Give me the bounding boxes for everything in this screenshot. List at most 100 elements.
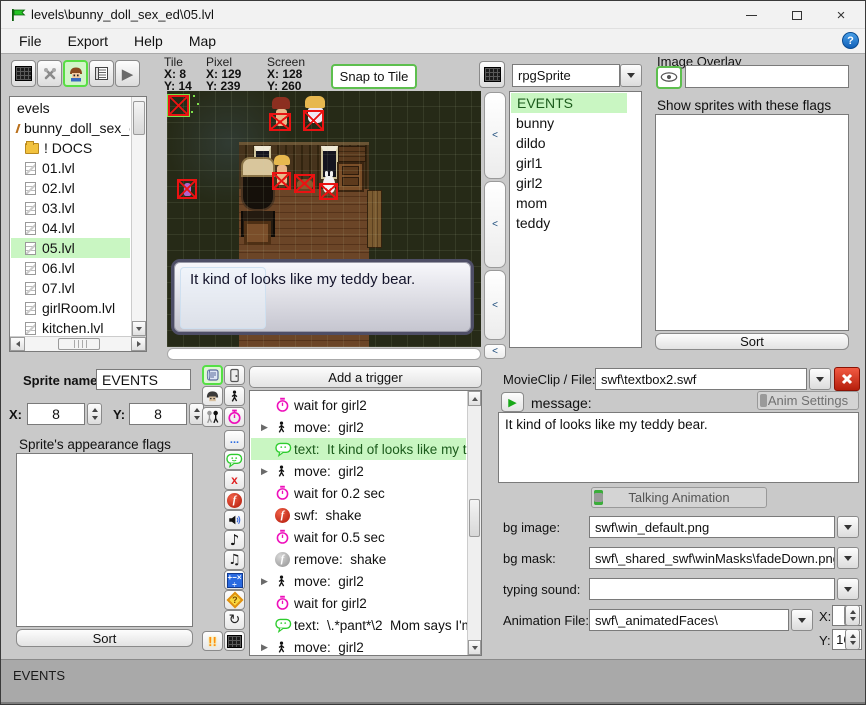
tree-item-02[interactable]: 02.lvl [11, 178, 130, 198]
expander-icon[interactable]: ▶ [261, 576, 275, 587]
tree-item-04[interactable]: 04.lvl [11, 218, 130, 238]
wait-trigger-button[interactable] [224, 407, 245, 427]
tile-trigger-button[interactable] [224, 631, 245, 651]
anim-settings-button[interactable]: Anim Settings [757, 391, 859, 410]
talking-animation-button[interactable]: Talking Animation [591, 487, 767, 508]
sprite-mode-button[interactable] [63, 60, 88, 87]
preview-play-button[interactable]: ▶ [501, 392, 524, 412]
dildo-selection-box[interactable] [177, 179, 197, 199]
bg-mask-input[interactable]: swf\_shared_swf\winMasks\fadeDown.png [589, 547, 835, 569]
flags-filter-list[interactable] [655, 114, 849, 331]
tools-button[interactable] [37, 60, 62, 87]
movieclip-file-input[interactable]: swf\textbox2.swf [595, 368, 807, 390]
walk-trigger-button[interactable] [224, 386, 245, 406]
flags-sort-button[interactable]: Sort [655, 333, 849, 350]
assign-sprite-button-3[interactable]: < [484, 270, 506, 340]
trigger-row[interactable]: wait for 0.5 sec [251, 526, 466, 548]
text-trigger-button[interactable] [224, 450, 245, 470]
sprite-flags-sort-button[interactable]: Sort [16, 629, 193, 647]
tree-item-01[interactable]: 01.lvl [11, 158, 130, 178]
appearance-flags-list[interactable] [16, 453, 193, 627]
assign-sprite-button-4[interactable]: < [484, 344, 506, 359]
tree-item-07[interactable]: 07.lvl [11, 278, 130, 298]
maximize-button[interactable] [775, 1, 819, 29]
tree-item-docs[interactable]: ! DOCS [11, 138, 130, 158]
more-options-button[interactable]: ... [224, 430, 245, 450]
trigger-row[interactable]: ▶move: girl2 [251, 636, 466, 656]
animation-file-input[interactable]: swf\_animatedFaces\ [589, 609, 789, 631]
trigger-row[interactable]: fremove: shake [251, 548, 466, 570]
jingle-trigger-button[interactable]: ♫ [224, 550, 245, 570]
trigger-row-selected[interactable]: text: It kind of looks like my te [251, 438, 466, 460]
tree-vscroll-thumb[interactable] [133, 101, 145, 135]
events-sprite-marker[interactable] [167, 94, 190, 117]
sprite-type-dropdown-button[interactable] [620, 64, 642, 87]
trigger-row[interactable]: wait for 0.2 sec [251, 482, 466, 504]
trigger-scroll-thumb[interactable] [469, 499, 480, 537]
trigger-row[interactable]: wait for girl2 [251, 394, 466, 416]
tree-scroll-right-button[interactable] [131, 337, 146, 351]
menu-map[interactable]: Map [183, 31, 222, 51]
snap-to-tile-button[interactable]: Snap to Tile [331, 64, 417, 89]
sprite-head-button[interactable] [202, 386, 223, 406]
trigger-row[interactable]: fswf: shake [251, 504, 466, 526]
tree-vscrollbar[interactable] [131, 97, 146, 336]
list-view-button[interactable] [89, 60, 114, 87]
menu-file[interactable]: File [13, 31, 48, 51]
swf-trigger-button[interactable]: f [224, 490, 245, 510]
sprite-list-item-mom[interactable]: mom [510, 193, 641, 213]
minimize-button[interactable] [729, 1, 773, 29]
trigger-scroll-up-button[interactable] [468, 391, 481, 406]
movieclip-dropdown-button[interactable] [809, 368, 831, 390]
mom-selection-box[interactable] [269, 113, 291, 131]
face-x-stepper[interactable] [845, 605, 860, 626]
tileset-button[interactable] [479, 61, 505, 88]
sprite-x-stepper[interactable] [87, 403, 102, 425]
sprite-y-input[interactable]: 8 [129, 403, 187, 425]
delete-trigger-button[interactable] [834, 367, 860, 391]
map-canvas[interactable]: It kind of looks like my teddy bear. [167, 91, 481, 347]
tile-mode-button[interactable] [11, 60, 36, 87]
sprite-list-item-events[interactable]: EVENTS [511, 93, 627, 113]
image-overlay-input[interactable] [685, 65, 849, 88]
math-trigger-button[interactable]: +−×÷ [224, 570, 245, 590]
bg-image-input[interactable]: swf\win_default.png [589, 516, 835, 538]
sprite-type-select[interactable]: rpgSprite [512, 64, 620, 87]
typing-sound-dropdown-button[interactable] [837, 578, 859, 600]
condition-trigger-button[interactable]: ? [224, 590, 245, 610]
sound-trigger-button[interactable] [224, 510, 245, 530]
sprite-list-item-teddy[interactable]: teddy [510, 213, 641, 233]
tree-item-kitchen[interactable]: kitchen.lvl [11, 318, 130, 336]
sprite-x-input[interactable]: 8 [27, 403, 85, 425]
assign-sprite-button-1[interactable]: < [484, 92, 506, 179]
trigger-row[interactable]: ▶move: girl2 [251, 570, 466, 592]
girl2-selection-box[interactable] [272, 172, 291, 190]
script-trigger-button[interactable] [202, 365, 223, 385]
expander-icon[interactable]: ▶ [261, 642, 275, 653]
menu-help[interactable]: Help [128, 31, 169, 51]
close-button[interactable]: × [819, 1, 863, 29]
trigger-row[interactable]: text: \.*pant*\2 Mom says I'm [251, 614, 466, 636]
sprite-name-input[interactable]: EVENTS [96, 369, 191, 390]
menu-export[interactable]: Export [62, 31, 114, 51]
tree-item-girlroom[interactable]: girlRoom.lvl [11, 298, 130, 318]
tree-item-bunny-doll[interactable]: bunny_doll_sex_e [11, 118, 130, 138]
bg-mask-dropdown-button[interactable] [837, 547, 859, 569]
expander-icon[interactable]: ▶ [261, 466, 275, 477]
music-trigger-button[interactable]: ♪ [224, 530, 245, 550]
tree-item-05-selected[interactable]: 05.lvl [11, 238, 130, 258]
teddy-selection-box[interactable] [294, 174, 315, 193]
tree-item-03[interactable]: 03.lvl [11, 198, 130, 218]
play-button[interactable]: ▶ [115, 60, 140, 87]
trigger-vscrollbar[interactable] [467, 391, 481, 655]
trigger-scroll-down-button[interactable] [468, 640, 481, 655]
expander-icon[interactable]: ▶ [261, 422, 275, 433]
alert-trigger-button[interactable]: !! [202, 631, 223, 651]
loop-trigger-button[interactable]: ↻ [224, 610, 245, 630]
add-trigger-button[interactable]: Add a trigger [249, 366, 482, 388]
face-y-stepper[interactable] [845, 629, 860, 650]
canvas-hscrollbar[interactable] [167, 348, 481, 360]
help-icon[interactable]: ? [842, 32, 859, 49]
npc-walk-button[interactable] [202, 407, 223, 427]
overlay-visibility-button[interactable] [656, 66, 682, 89]
